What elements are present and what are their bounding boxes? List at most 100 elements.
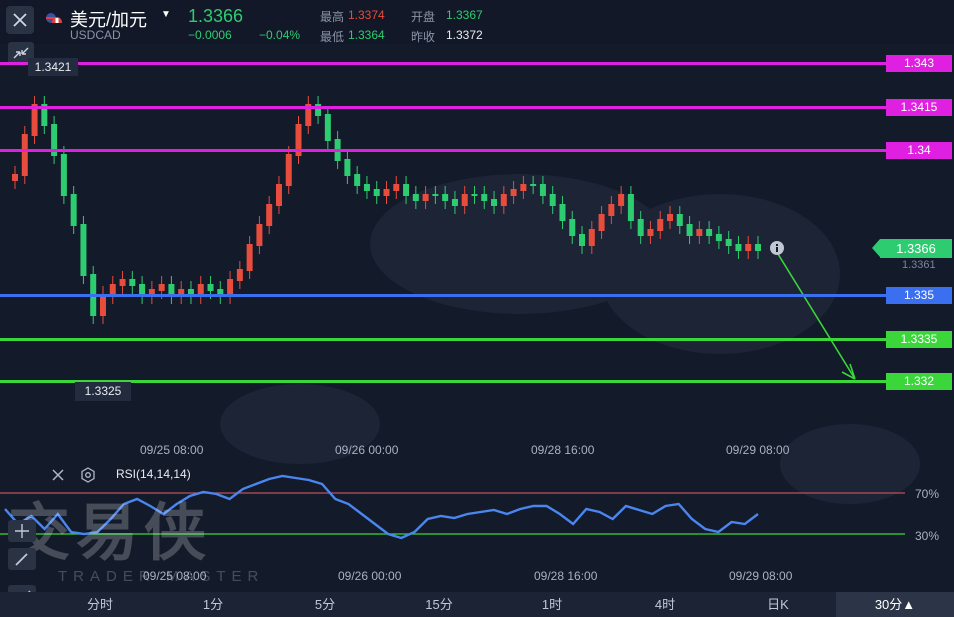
timeframe-4h[interactable]: 4时 xyxy=(630,592,700,617)
candle-body xyxy=(129,279,136,286)
price-level-line[interactable] xyxy=(0,380,886,383)
watermark-subtitle: TRADER MASTER xyxy=(58,568,265,585)
price-level-line[interactable] xyxy=(0,338,886,341)
candle-body xyxy=(383,189,390,196)
candle-body xyxy=(706,229,713,236)
timeframe-daily[interactable]: 日K xyxy=(743,592,813,617)
candle-body xyxy=(579,234,586,246)
price-level-line[interactable] xyxy=(0,106,886,109)
candle-body xyxy=(21,134,28,176)
time-label: 09/25 08:00 xyxy=(140,443,204,457)
price-level-tag: 1.343 xyxy=(886,55,952,72)
candle-body xyxy=(324,114,331,141)
candle-body xyxy=(686,224,693,236)
crosshair-tool[interactable] xyxy=(8,520,36,542)
indicator-settings-icon[interactable] xyxy=(80,467,96,483)
candle-body xyxy=(256,224,263,246)
watermark-logo: 交易侠 xyxy=(8,496,213,569)
candle-body xyxy=(266,204,273,226)
candle-body xyxy=(520,184,527,191)
draw-line-tool[interactable] xyxy=(8,548,36,570)
candle-body xyxy=(285,154,292,186)
candle-body xyxy=(530,184,537,186)
high-label: 最高 xyxy=(320,10,345,24)
candle-body xyxy=(755,244,761,251)
candle-body xyxy=(236,269,243,281)
candle-body xyxy=(549,194,556,206)
candle-body xyxy=(403,184,410,196)
low-label: 最低 xyxy=(320,30,345,44)
time-label: 09/29 08:00 xyxy=(726,443,790,457)
timeframe-1h[interactable]: 1时 xyxy=(517,592,587,617)
pencil-icon xyxy=(15,553,28,566)
rsi-level-30: 30% xyxy=(915,529,940,543)
candle-body xyxy=(569,219,576,236)
candle-body xyxy=(735,244,742,251)
period-low-marker: 1.3325 xyxy=(75,382,131,401)
rsi-time-label: 09/29 08:00 xyxy=(729,569,793,583)
candle-body xyxy=(647,229,654,236)
rsi-time-label: 09/28 16:00 xyxy=(534,569,598,583)
prev-close-label: 昨收 xyxy=(411,30,436,44)
close-icon xyxy=(13,13,27,27)
candle-body xyxy=(715,234,722,241)
candle-body xyxy=(363,184,370,191)
candle-body xyxy=(637,219,644,236)
candle-body xyxy=(539,184,546,196)
open-value: 1.3367 xyxy=(446,8,483,22)
candle-body xyxy=(99,294,106,316)
candle-body xyxy=(627,194,634,221)
timeframe-1m[interactable]: 1分 xyxy=(178,592,248,617)
candle-body xyxy=(745,244,752,251)
candle-body xyxy=(618,194,625,206)
candle-body xyxy=(510,189,517,196)
candle-body xyxy=(119,279,126,286)
candle-body xyxy=(373,189,380,196)
last-price: 1.3366 xyxy=(188,6,244,26)
time-label: 09/28 16:00 xyxy=(531,443,595,457)
crosshair-icon xyxy=(15,524,29,538)
candle-body xyxy=(657,219,664,231)
candle-body xyxy=(158,284,165,291)
price-level-line[interactable] xyxy=(0,62,886,65)
timeframe-15m[interactable]: 15分 xyxy=(404,592,474,617)
candle-body xyxy=(491,199,498,206)
timeframe-5m[interactable]: 5分 xyxy=(290,592,360,617)
close-indicator-icon[interactable] xyxy=(50,467,66,483)
timeframe-selector[interactable]: 30分▲ xyxy=(836,592,954,617)
candle-body xyxy=(246,244,253,271)
candle-body xyxy=(80,224,87,276)
candle-body xyxy=(471,194,478,196)
candle-body xyxy=(461,194,468,206)
candle-body xyxy=(442,194,449,201)
time-label: 09/26 00:00 xyxy=(335,443,399,457)
candle-body xyxy=(598,214,605,231)
candle-body xyxy=(60,154,67,196)
candle-body xyxy=(432,194,439,196)
prev-close-value: 1.3372 xyxy=(446,28,483,42)
price-level-tag: 1.3415 xyxy=(886,99,952,116)
period-high-marker: 1.3421 xyxy=(28,58,78,76)
current-price-value: 1.3366 xyxy=(896,241,936,256)
low-value: 1.3364 xyxy=(348,28,385,42)
candle-body xyxy=(608,204,615,216)
candle-body xyxy=(422,194,429,201)
candle-body xyxy=(412,194,419,201)
candle-body xyxy=(725,239,732,246)
candle-body xyxy=(70,194,77,226)
candle-body xyxy=(12,174,18,181)
price-level-tag: 1.332 xyxy=(886,373,952,390)
close-button[interactable] xyxy=(6,6,34,34)
timeframe-tick[interactable]: 分时 xyxy=(65,592,135,617)
dropdown-caret-icon[interactable]: ▼ xyxy=(161,9,171,20)
price-level-tag: 1.335 xyxy=(886,287,952,304)
pair-symbol: USDCAD xyxy=(70,28,121,42)
candle-body xyxy=(207,284,214,291)
price-change: −0.0006 xyxy=(188,28,232,42)
rsi-time-label: 09/26 00:00 xyxy=(338,569,402,583)
candle-body xyxy=(559,204,566,221)
price-level-line[interactable] xyxy=(0,294,886,297)
price-change-pct: −0.04% xyxy=(259,28,301,42)
info-icon[interactable] xyxy=(769,240,785,256)
price-level-line[interactable] xyxy=(0,149,886,152)
